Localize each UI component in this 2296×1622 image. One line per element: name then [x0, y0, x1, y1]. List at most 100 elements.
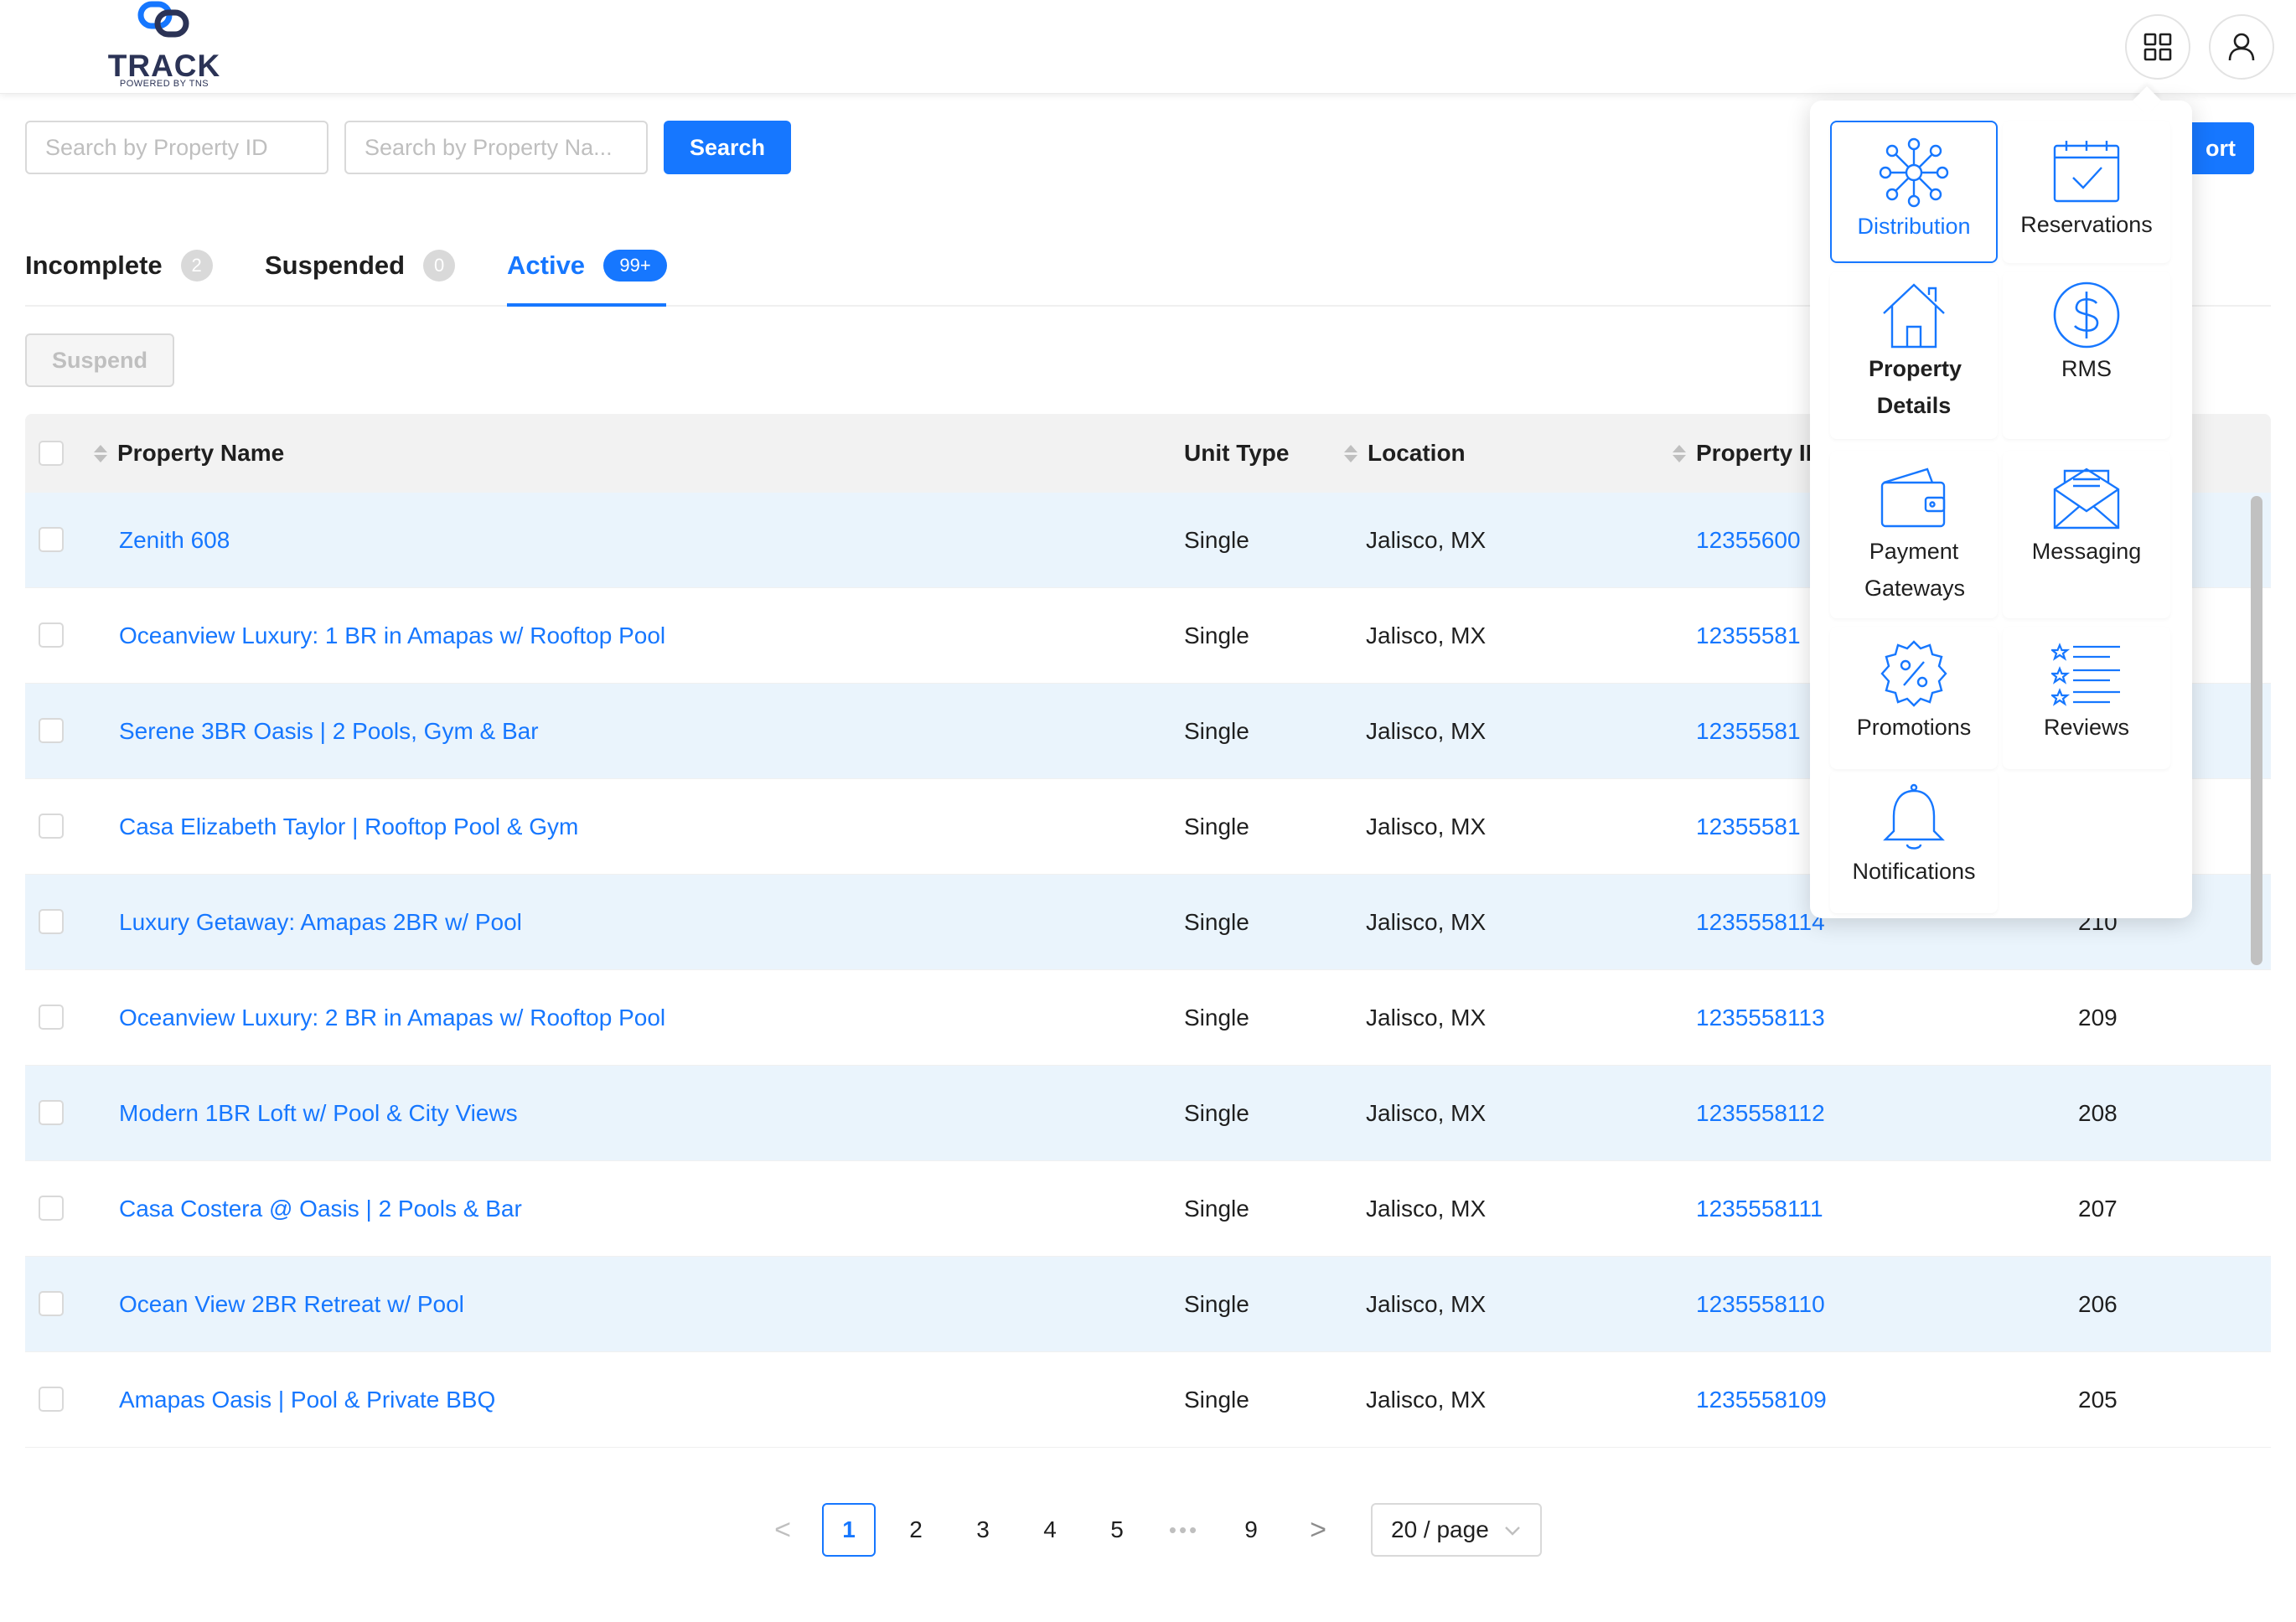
- apps-button[interactable]: [2125, 14, 2190, 80]
- app-tile-rms[interactable]: RMS: [2003, 271, 2170, 439]
- app-tile-label: Notifications: [1852, 859, 1976, 884]
- app-tile-distribution[interactable]: Distribution: [1830, 121, 1998, 263]
- unit-type-cell: Single: [1184, 909, 1249, 935]
- property-id-link[interactable]: 12355581: [1696, 588, 1801, 684]
- app-tile-notifications[interactable]: Notifications: [1830, 771, 1998, 913]
- app-tile-reviews[interactable]: Reviews: [2003, 627, 2170, 769]
- property-id-link[interactable]: 1235558110: [1696, 1257, 1825, 1352]
- track-logo[interactable]: TRACK POWERED BY TNS: [106, 0, 223, 90]
- page-1-button[interactable]: 1: [822, 1503, 876, 1557]
- property-id-link[interactable]: 1235558111: [1696, 1161, 1823, 1257]
- brand-tagline: POWERED BY TNS: [119, 79, 209, 89]
- row-checkbox[interactable]: [39, 814, 64, 839]
- row-checkbox[interactable]: [39, 718, 64, 743]
- app-tile-label: Messaging: [2031, 539, 2142, 564]
- row-checkbox[interactable]: [39, 1387, 64, 1412]
- app-tile-promotions[interactable]: Promotions: [1830, 627, 1998, 769]
- property-name-search-input[interactable]: Search by Property Na...: [344, 121, 648, 174]
- table-row[interactable]: Modern 1BR Loft w/ Pool & City Views Sing…: [25, 1066, 2271, 1161]
- tab-active[interactable]: Active 99+: [507, 250, 668, 282]
- page-2-button[interactable]: 2: [889, 1503, 943, 1557]
- property-name-link[interactable]: Luxury Getaway: Amapas 2BR w/ Pool: [119, 875, 522, 970]
- column-header-property-id[interactable]: Property II: [1673, 414, 1812, 493]
- suspend-button[interactable]: Suspend: [25, 333, 174, 387]
- star-list-icon: [2051, 643, 2120, 706]
- unit-type-cell: Single: [1184, 1005, 1249, 1031]
- property-name-link[interactable]: Casa Costera @ Oasis | 2 Pools & Bar: [119, 1161, 522, 1257]
- sort-icon[interactable]: [1344, 444, 1357, 462]
- unit-type-cell: Single: [1184, 718, 1249, 744]
- property-id-link[interactable]: 12355600: [1696, 493, 1801, 588]
- page-3-button[interactable]: 3: [956, 1503, 1010, 1557]
- property-id-link[interactable]: 1235558112: [1696, 1066, 1825, 1161]
- app-tile-reservations[interactable]: Reservations: [2003, 121, 2170, 263]
- table-scrollbar[interactable]: [2251, 496, 2262, 965]
- location-cell: Jalisco, MX: [1366, 622, 1487, 648]
- count-badge: 99+: [603, 250, 668, 282]
- column-header-unit-type: Unit Type: [1184, 440, 1290, 466]
- user-menu-button[interactable]: [2209, 14, 2274, 80]
- app-tile-label: Promotions: [1856, 715, 1972, 740]
- pagination-ellipsis[interactable]: •••: [1157, 1503, 1211, 1557]
- row-checkbox[interactable]: [39, 1100, 64, 1125]
- location-cell: Jalisco, MX: [1366, 1005, 1487, 1031]
- property-id-search-input[interactable]: Search by Property ID: [25, 121, 328, 174]
- wallet-icon: [1880, 467, 1946, 528]
- property-id-link[interactable]: 1235558114: [1696, 875, 1825, 970]
- app-tile-messaging[interactable]: Messaging: [2003, 451, 2170, 618]
- property-name-link[interactable]: Oceanview Luxury: 1 BR in Amapas w/ Roof…: [119, 588, 665, 684]
- tab-suspended[interactable]: Suspended 0: [265, 250, 456, 282]
- app-tile-payment-gateways[interactable]: Payment Gateways: [1830, 451, 1998, 618]
- property-name-link[interactable]: Serene 3BR Oasis | 2 Pools, Gym & Bar: [119, 684, 539, 779]
- table-row[interactable]: Casa Costera @ Oasis | 2 Pools & Bar Sing…: [25, 1161, 2271, 1257]
- page-4-button[interactable]: 4: [1023, 1503, 1077, 1557]
- property-name-link[interactable]: Oceanview Luxury: 2 BR in Amapas w/ Roof…: [119, 970, 665, 1066]
- app-tile-label: Reviews: [2043, 715, 2130, 740]
- sort-icon[interactable]: [94, 444, 107, 462]
- location-cell: Jalisco, MX: [1366, 1196, 1487, 1222]
- row-checkbox[interactable]: [39, 1291, 64, 1316]
- property-id-link[interactable]: 1235558113: [1696, 970, 1825, 1066]
- column-label: Property Name: [117, 440, 285, 466]
- table-row[interactable]: Amapas Oasis | Pool & Private BBQ Single J…: [25, 1352, 2271, 1448]
- row-checkbox[interactable]: [39, 527, 64, 552]
- property-name-link[interactable]: Modern 1BR Loft w/ Pool & City Views: [119, 1066, 518, 1161]
- location-cell: Jalisco, MX: [1366, 1100, 1487, 1126]
- sort-icon[interactable]: [1673, 444, 1686, 462]
- prev-page-button[interactable]: <: [756, 1503, 809, 1557]
- table-row[interactable]: Ocean View 2BR Retreat w/ Pool Single Jali…: [25, 1257, 2271, 1352]
- search-button[interactable]: Search: [664, 121, 791, 174]
- select-all-checkbox[interactable]: [39, 441, 64, 466]
- listing-number-cell: 205: [2078, 1387, 2118, 1413]
- next-page-button[interactable]: >: [1291, 1503, 1345, 1557]
- property-name-link[interactable]: Amapas Oasis | Pool & Private BBQ: [119, 1352, 495, 1448]
- app-tile-property-details[interactable]: Property Details: [1830, 271, 1998, 439]
- property-name-link[interactable]: Zenith 608: [119, 493, 230, 588]
- property-id-link[interactable]: 12355581: [1696, 684, 1801, 779]
- tab-label: Incomplete: [25, 251, 163, 280]
- house-icon: [1883, 283, 1945, 349]
- column-label: Location: [1368, 440, 1466, 466]
- table-row[interactable]: Oceanview Luxury: 2 BR in Amapas w/ Roof…: [25, 970, 2271, 1066]
- property-name-link[interactable]: Ocean View 2BR Retreat w/ Pool: [119, 1257, 464, 1352]
- property-id-link[interactable]: 1235558109: [1696, 1352, 1827, 1448]
- property-id-link[interactable]: 12355581: [1696, 779, 1801, 875]
- app-tile-label: Reservations: [2020, 212, 2153, 237]
- user-icon: [2228, 33, 2255, 61]
- unit-type-cell: Single: [1184, 527, 1249, 553]
- page-size-select[interactable]: 20 / page: [1371, 1503, 1542, 1557]
- row-checkbox[interactable]: [39, 622, 64, 648]
- row-checkbox[interactable]: [39, 909, 64, 934]
- page-5-button[interactable]: 5: [1090, 1503, 1144, 1557]
- unit-type-cell: Single: [1184, 1291, 1249, 1317]
- column-header-property-name[interactable]: Property Name: [94, 414, 284, 493]
- count-badge: 2: [180, 250, 213, 282]
- property-name-link[interactable]: Casa Elizabeth Taylor | Rooftop Pool & G…: [119, 779, 578, 875]
- tab-incomplete[interactable]: Incomplete 2: [25, 250, 213, 282]
- row-checkbox[interactable]: [39, 1005, 64, 1030]
- column-header-location[interactable]: Location: [1344, 414, 1466, 493]
- location-cell: Jalisco, MX: [1366, 909, 1487, 935]
- location-cell: Jalisco, MX: [1366, 718, 1487, 744]
- row-checkbox[interactable]: [39, 1196, 64, 1221]
- page-9-button[interactable]: 9: [1224, 1503, 1278, 1557]
